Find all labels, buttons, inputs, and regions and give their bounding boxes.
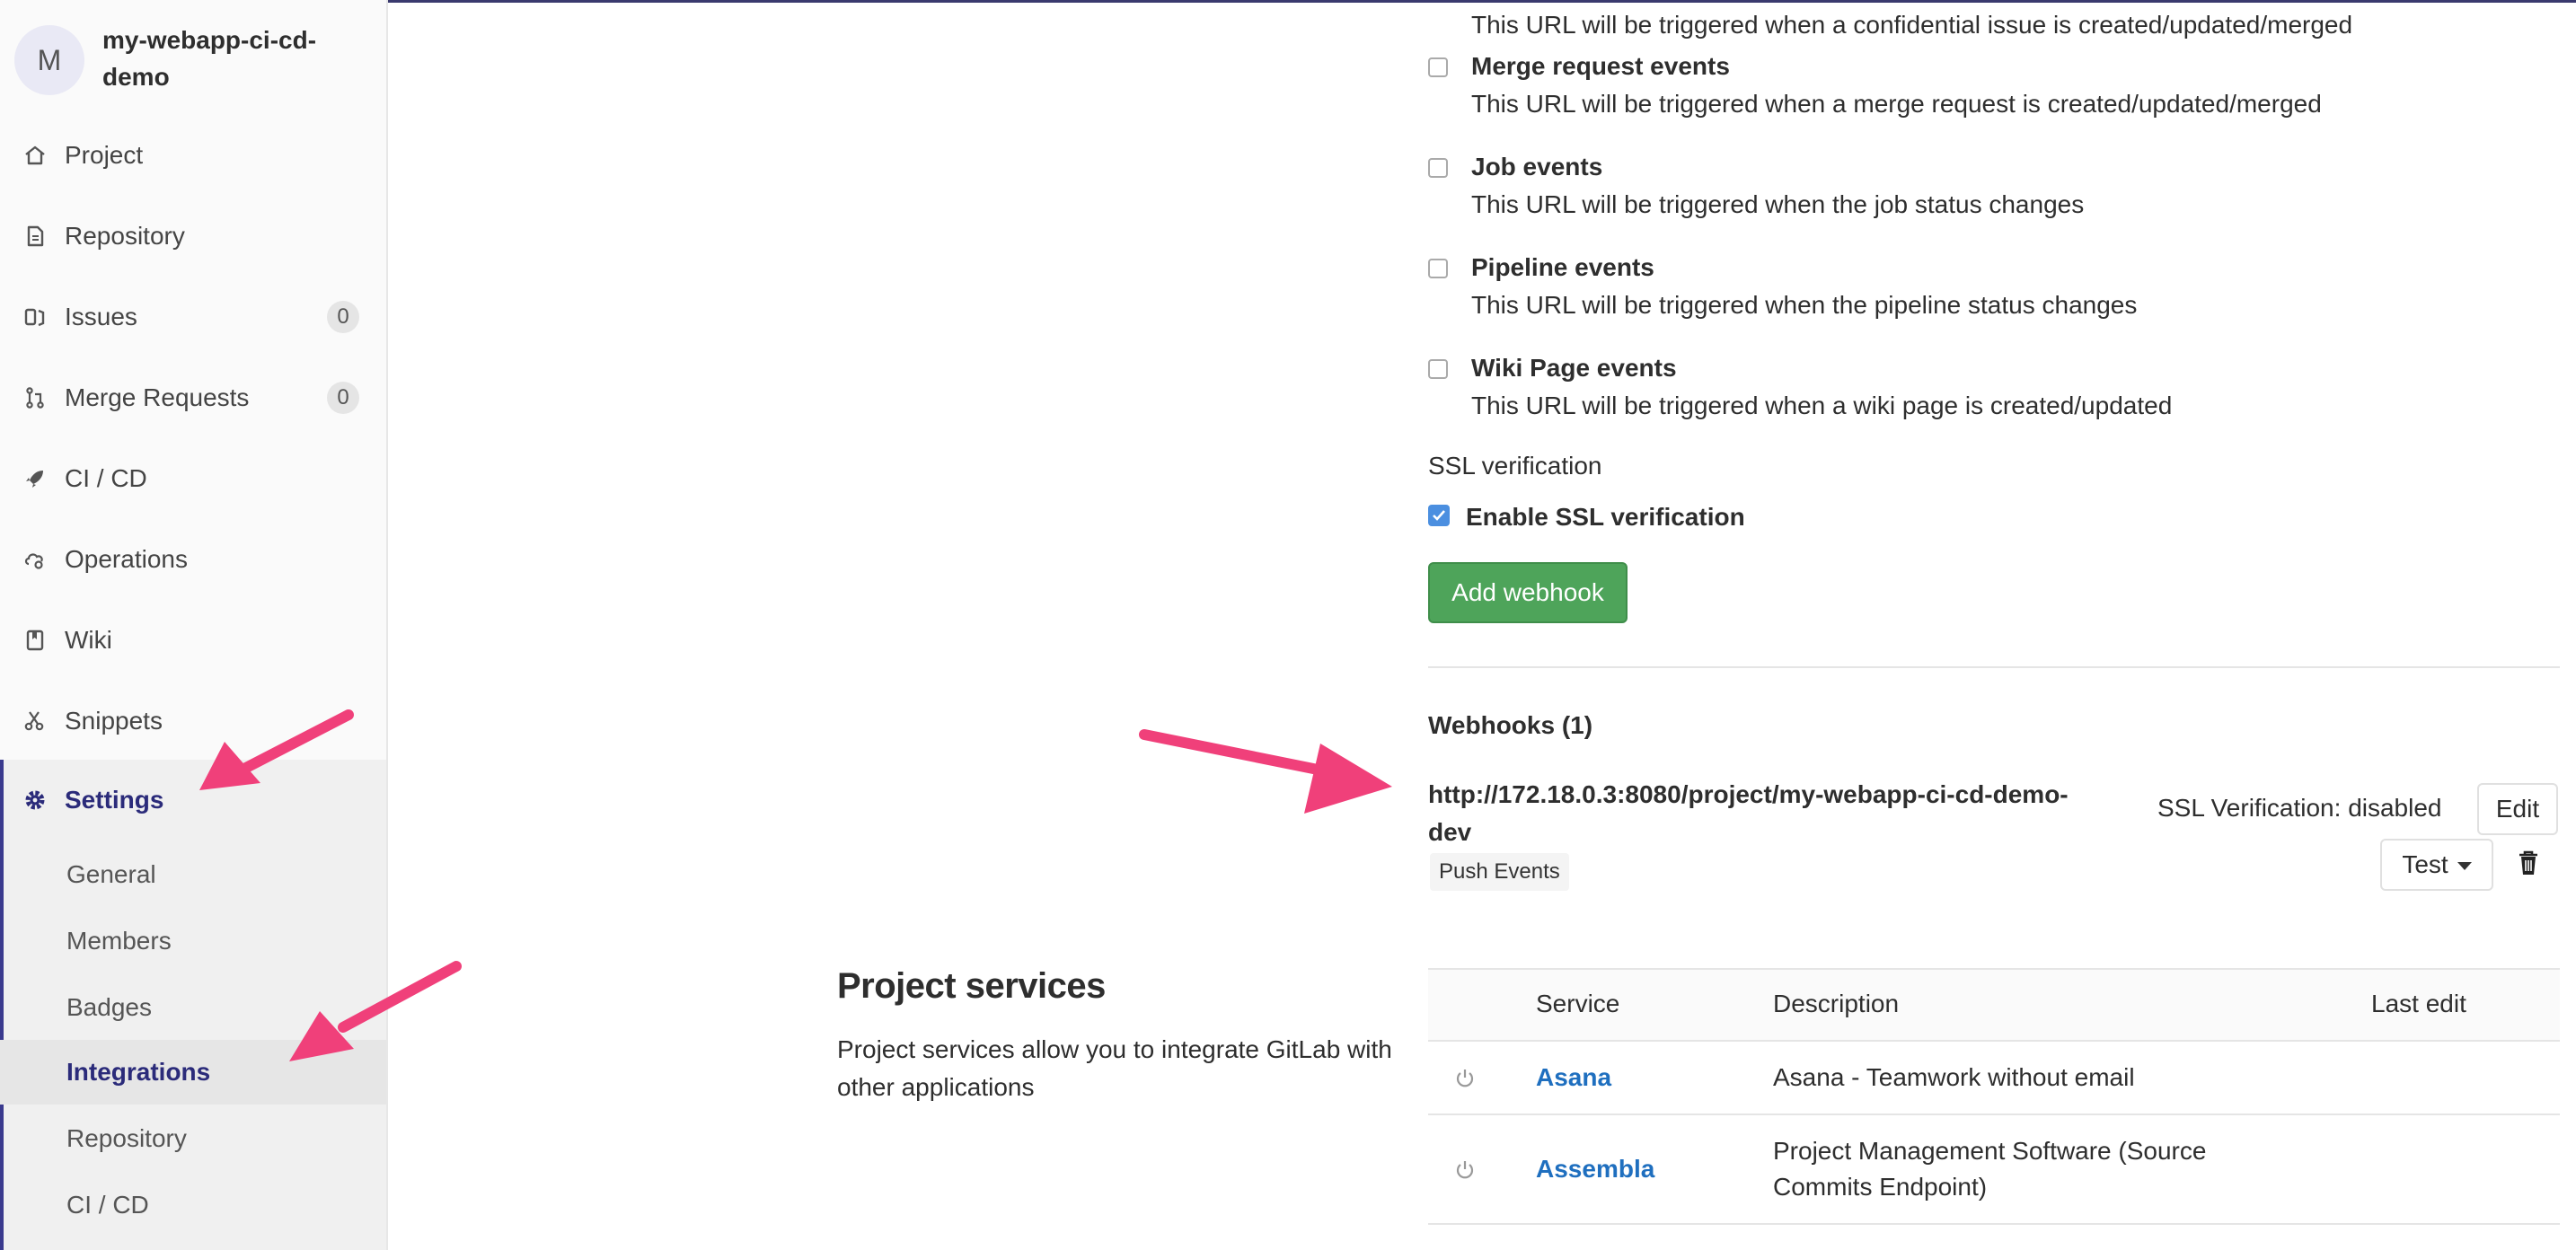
sidebar-item-label: Wiki — [65, 626, 112, 654]
webhook-ssl-status: SSL Verification: disabled — [2157, 794, 2442, 822]
settings-sub-integrations[interactable]: Integrations — [0, 1040, 386, 1105]
event-description: This URL will be triggered when a wiki p… — [1471, 392, 2173, 419]
book-icon — [23, 629, 47, 652]
sidebar-item-label: Issues — [65, 303, 137, 330]
sidebar-item-issues[interactable]: Issues 0 — [0, 277, 386, 357]
sidebar-item-label: Settings — [65, 786, 164, 814]
service-description: Project Management Software (Source Comm… — [1773, 1137, 2207, 1201]
edit-webhook-button[interactable]: Edit — [2477, 783, 2558, 835]
pipeline-events-checkbox[interactable] — [1428, 259, 1448, 278]
checkmark-icon — [1433, 510, 1445, 521]
caret-down-icon — [2457, 862, 2472, 871]
main-content: This URL will be triggered when a confid… — [388, 0, 2576, 1250]
scissors-icon — [23, 709, 47, 733]
project-services-title: Project services — [837, 966, 1106, 1006]
settings-sub-badges[interactable]: Badges — [0, 975, 386, 1040]
table-row: Assembla Project Management Software (So… — [1428, 1115, 2560, 1225]
wiki-page-events-checkbox[interactable] — [1428, 359, 1448, 379]
settings-sub-repository[interactable]: Repository — [0, 1106, 386, 1171]
sidebar-item-snippets[interactable]: Snippets — [0, 681, 386, 761]
power-icon — [1456, 1070, 1474, 1087]
event-description: This URL will be triggered when the job … — [1471, 190, 2085, 218]
ssl-verification-label[interactable]: Enable SSL verification — [1466, 503, 1745, 532]
event-title: Wiki Page events — [1471, 354, 1677, 382]
event-title: Merge request events — [1471, 52, 1730, 80]
trash-icon[interactable] — [2517, 849, 2540, 876]
divider — [1428, 666, 2560, 668]
sidebar-item-project[interactable]: Project — [0, 115, 386, 196]
column-last-edit: Last edit — [2371, 990, 2466, 1017]
sidebar-item-wiki[interactable]: Wiki — [0, 600, 386, 681]
event-description: This URL will be triggered when a confid… — [1471, 11, 2353, 39]
sidebar-item-label: Project — [65, 141, 144, 169]
sidebar-item-label: Merge Requests — [65, 383, 250, 411]
service-description: Asana - Teamwork without email — [1773, 1063, 2135, 1091]
home-icon — [23, 144, 47, 167]
sidebar-item-merge-requests[interactable]: Merge Requests 0 — [0, 357, 386, 438]
merge-requests-count-badge: 0 — [327, 382, 359, 414]
add-webhook-button[interactable]: Add webhook — [1428, 562, 1628, 623]
sidebar-item-label: Operations — [65, 545, 188, 573]
sidebar: M my-webapp-ci-cd-demo Project Repositor… — [0, 0, 388, 1250]
project-header[interactable]: M my-webapp-ci-cd-demo — [14, 20, 374, 101]
sidebar-item-ci-cd[interactable]: CI / CD — [0, 438, 386, 519]
issues-icon — [23, 305, 47, 329]
gear-icon — [23, 788, 47, 812]
event-title: Job events — [1471, 153, 1603, 180]
avatar: M — [14, 25, 84, 95]
ssl-verification-checkbox[interactable] — [1428, 505, 1450, 526]
issues-count-badge: 0 — [327, 301, 359, 333]
test-label: Test — [2402, 850, 2448, 878]
merge-request-events-checkbox[interactable] — [1428, 57, 1448, 77]
project-services-description: Project services allow you to integrate … — [837, 1035, 1392, 1101]
column-description: Description — [1773, 990, 1900, 1017]
service-link-assembla[interactable]: Assembla — [1536, 1155, 1654, 1184]
event-title: Pipeline events — [1471, 253, 1654, 281]
table-header: Service Description Last edit — [1428, 968, 2560, 1042]
webhook-url: http://172.18.0.3:8080/project/my-webapp… — [1428, 780, 2069, 846]
sidebar-item-label: Snippets — [65, 707, 163, 735]
sidebar-item-label: CI / CD — [65, 464, 147, 492]
ssl-verification-heading: SSL verification — [1428, 452, 1602, 480]
settings-sub-ci-cd[interactable]: CI / CD — [0, 1173, 386, 1237]
event-description: This URL will be triggered when the pipe… — [1471, 291, 2138, 319]
edit-label: Edit — [2495, 795, 2540, 823]
push-events-badge: Push Events — [1430, 853, 1569, 891]
sidebar-item-repository[interactable]: Repository — [0, 196, 386, 277]
settings-sub-general[interactable]: General — [0, 842, 386, 907]
power-icon — [1456, 1161, 1474, 1179]
cloud-gear-icon — [23, 548, 47, 571]
column-service: Service — [1536, 990, 1620, 1017]
webhooks-heading: Webhooks (1) — [1428, 711, 1593, 739]
sidebar-item-label: Repository — [65, 222, 185, 250]
sidebar-item-operations[interactable]: Operations — [0, 519, 386, 600]
sidebar-item-settings[interactable]: Settings — [0, 760, 386, 841]
event-description: This URL will be triggered when a merge … — [1471, 90, 2322, 118]
document-icon — [23, 224, 47, 248]
settings-sub-members[interactable]: Members — [0, 909, 386, 973]
job-events-checkbox[interactable] — [1428, 158, 1448, 178]
service-link-asana[interactable]: Asana — [1536, 1063, 1611, 1092]
rocket-icon — [23, 467, 47, 490]
test-webhook-dropdown[interactable]: Test — [2380, 839, 2493, 891]
merge-request-icon — [23, 386, 47, 409]
table-row: Asana Asana - Teamwork without email — [1428, 1042, 2560, 1115]
project-name[interactable]: my-webapp-ci-cd-demo — [102, 22, 363, 95]
